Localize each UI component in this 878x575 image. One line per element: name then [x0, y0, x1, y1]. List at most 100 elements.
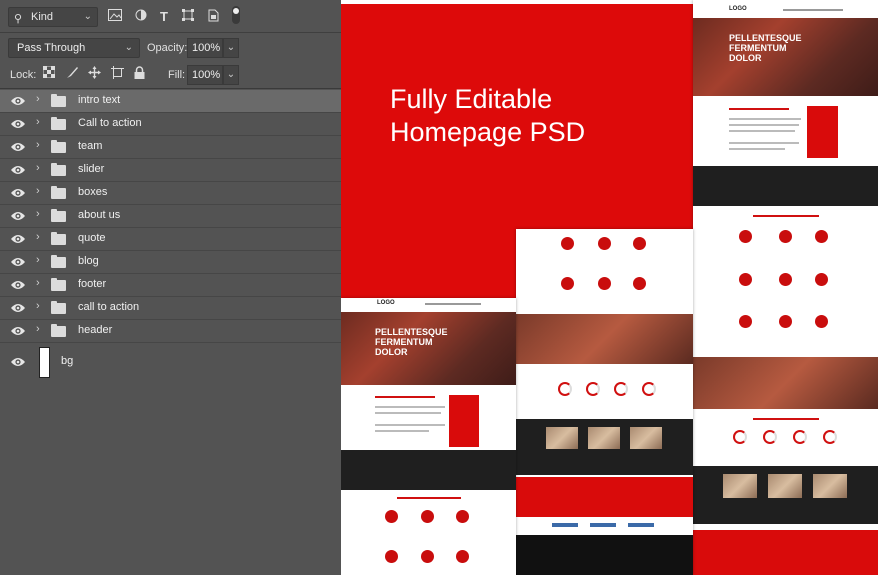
chevron-right-icon[interactable]: › [36, 139, 40, 151]
mockup-desktop-right: LOGO PELLENTESQUE FERMENTUM DOLOR [693, 0, 878, 575]
fill-dropdown[interactable]: ⌄ [223, 65, 239, 85]
chevron-right-icon[interactable]: › [36, 300, 40, 312]
blend-mode-select[interactable]: Pass Through ⌄ [8, 38, 140, 58]
mockup-progress-ring [642, 382, 656, 396]
layer-row[interactable]: › team [0, 136, 341, 159]
mockup-progress-ring [558, 382, 572, 396]
chevron-right-icon[interactable]: › [36, 323, 40, 335]
layer-name: header [78, 324, 113, 336]
eye-icon[interactable] [10, 187, 26, 199]
adjustment-filter-icon[interactable] [133, 9, 149, 25]
filter-kind-select[interactable]: ⚲ Kind ⌄ [8, 7, 98, 27]
opacity-dropdown[interactable]: ⌄ [223, 38, 239, 58]
lock-position-icon[interactable] [87, 66, 101, 80]
layer-name: boxes [78, 186, 108, 198]
layer-row[interactable]: › header [0, 320, 341, 343]
mockup-feature-icon [779, 315, 792, 328]
layer-name: Call to action [78, 117, 142, 129]
layer-row[interactable]: › boxes [0, 182, 341, 205]
layer-row[interactable]: › Call to action [0, 113, 341, 136]
mockup-nav [783, 9, 843, 11]
layer-row[interactable]: › about us [0, 205, 341, 228]
mockup-desktop-left: LOGO PELLENTESQUE FERMENTUM DOLOR [341, 298, 516, 575]
image-filter-icon[interactable] [107, 9, 123, 25]
eye-icon[interactable] [10, 233, 26, 245]
chevron-right-icon[interactable]: › [36, 93, 40, 105]
eye-icon[interactable] [10, 302, 26, 314]
blend-bar: Pass Through ⌄ Opacity: 100% ⌄ [0, 33, 341, 62]
chevron-right-icon[interactable]: › [36, 231, 40, 243]
mockup-progress-ring [793, 430, 807, 444]
lock-image-pixels-icon[interactable] [65, 66, 79, 80]
layer-row[interactable]: › call to action [0, 297, 341, 320]
lock-all-icon[interactable] [132, 66, 146, 80]
layer-name: slider [78, 163, 105, 175]
mockup-hero-line-2: FERMENTUM [729, 43, 787, 53]
layer-name: about us [78, 209, 121, 221]
eye-icon[interactable] [10, 164, 26, 176]
eye-icon[interactable] [10, 118, 26, 130]
folder-icon [51, 209, 66, 222]
layer-thumbnail [39, 347, 50, 378]
layer-row-background[interactable]: bg [0, 343, 341, 381]
mockup-subtitle [729, 108, 789, 110]
mockup-feature-icon [815, 230, 828, 243]
layer-row[interactable]: › blog [0, 251, 341, 274]
eye-icon[interactable] [10, 356, 26, 368]
mockup-text-line [375, 406, 445, 408]
mockup-cta-band [516, 477, 693, 517]
mockup-form [449, 395, 479, 447]
mockup-gallery [516, 314, 693, 364]
search-icon: ⚲ [14, 13, 23, 25]
layer-row[interactable]: › quote [0, 228, 341, 251]
lock-artboard-icon[interactable] [110, 66, 124, 80]
mockup-feature-icon [739, 230, 752, 243]
mockup-social-button [552, 523, 578, 527]
folder-icon [51, 140, 66, 153]
filter-toggle-icon[interactable] [228, 6, 244, 24]
eye-icon[interactable] [10, 325, 26, 337]
mockup-social-button [590, 523, 616, 527]
mockup-feature-icon [779, 230, 792, 243]
mockup-feature-icon [421, 510, 434, 523]
mockup-feature-icon [561, 237, 574, 250]
type-filter-icon[interactable]: T [156, 9, 172, 25]
mockup-footer [516, 535, 693, 575]
mockup-feature-icon [633, 237, 646, 250]
mockup-section-title [753, 215, 819, 217]
fill-input[interactable]: 100% [187, 65, 223, 85]
mockup-dark-band [341, 450, 516, 490]
eye-icon[interactable] [10, 256, 26, 268]
mockup-hero-line-3: DOLOR [375, 347, 408, 357]
opacity-input[interactable]: 100% [187, 38, 223, 58]
chevron-right-icon[interactable]: › [36, 162, 40, 174]
eye-icon[interactable] [10, 95, 26, 107]
eye-icon[interactable] [10, 210, 26, 222]
opacity-label: Opacity: [147, 42, 188, 54]
filter-kind-label: Kind [31, 11, 54, 23]
mockup-subtitle [375, 396, 435, 398]
preview-headline: Fully Editable Homepage PSD [390, 83, 585, 149]
layer-row[interactable]: › footer [0, 274, 341, 297]
mockup-text-line [729, 142, 799, 144]
headline-line-1: Fully Editable [390, 84, 553, 114]
layer-name: bg [61, 355, 74, 367]
chevron-right-icon[interactable]: › [36, 277, 40, 289]
smart-object-filter-icon[interactable] [205, 9, 221, 25]
mockup-feature-icon [561, 277, 574, 290]
layer-row[interactable]: › intro text [0, 90, 341, 113]
mockup-form [807, 106, 838, 158]
layers-list: › intro text › Call to action › team › slider › b… [0, 90, 341, 381]
eye-icon[interactable] [10, 141, 26, 153]
folder-icon [51, 232, 66, 245]
layer-row[interactable]: › slider [0, 159, 341, 182]
chevron-right-icon[interactable]: › [36, 208, 40, 220]
chevron-right-icon[interactable]: › [36, 116, 40, 128]
shape-filter-icon[interactable] [180, 9, 196, 25]
chevron-right-icon[interactable]: › [36, 185, 40, 197]
mockup-feature-icon [739, 315, 752, 328]
chevron-right-icon[interactable]: › [36, 254, 40, 266]
eye-icon[interactable] [10, 279, 26, 291]
layer-name: intro text [78, 94, 121, 106]
lock-transparent-pixels-icon[interactable] [42, 65, 56, 80]
